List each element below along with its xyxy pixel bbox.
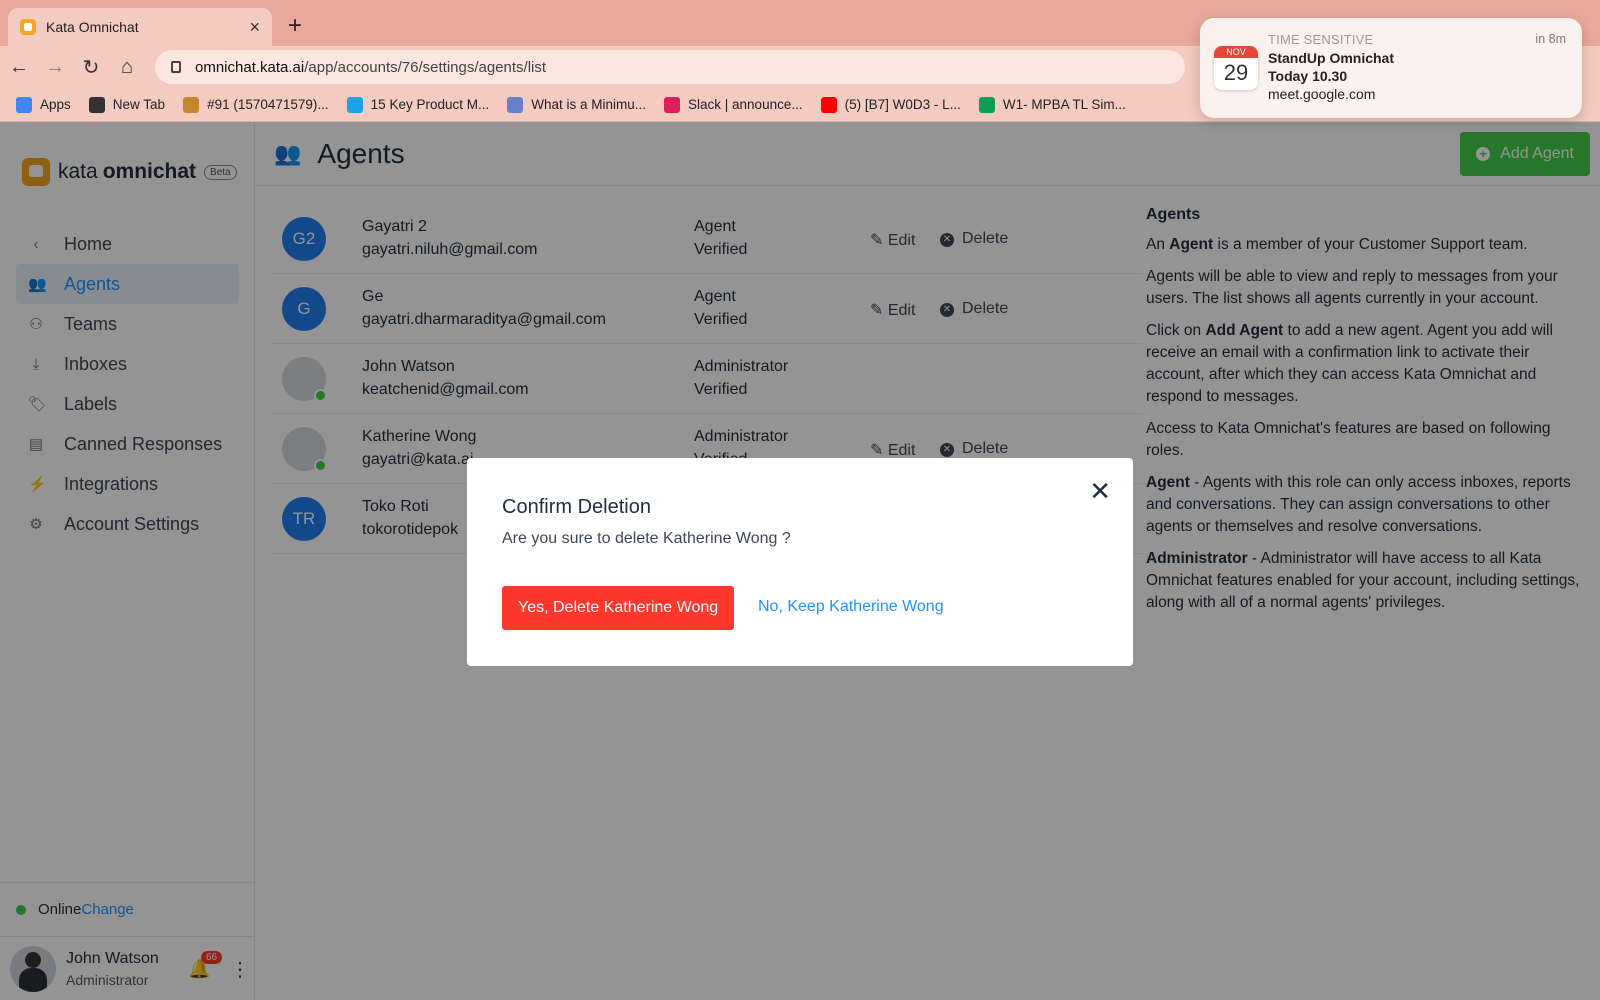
bookmark-label: #91 (1570471579)... — [207, 97, 329, 112]
calendar-notification[interactable]: NOV 29 TIME SENSITIVE in 8m StandUp Omni… — [1200, 18, 1582, 118]
bookmark-label: New Tab — [112, 97, 166, 112]
dialog-title: Confirm Deletion — [502, 496, 651, 518]
calendar-day: 29 — [1223, 60, 1249, 85]
bookmark-label: Slack | announce... — [688, 97, 803, 112]
bookmark-item[interactable]: (5) [B7] W0D3 - L... — [820, 96, 961, 113]
youtube-icon — [820, 96, 837, 113]
confirm-delete-button[interactable]: Yes, Delete Katherine Wong — [502, 586, 735, 630]
bookmark-icon — [507, 96, 524, 113]
calendar-month: NOV — [1214, 46, 1258, 58]
bookmark-label: What is a Minimu... — [531, 97, 647, 112]
slack-icon — [664, 96, 681, 113]
bookmark-item[interactable]: Slack | announce... — [664, 96, 803, 113]
new-tab-icon — [88, 96, 105, 113]
bookmark-item[interactable]: Apps — [16, 96, 71, 113]
bookmark-item[interactable]: #91 (1570471579)... — [183, 96, 329, 113]
url-host: omnichat.kata.ai — [195, 58, 305, 76]
lock-icon — [171, 61, 181, 73]
bookmark-icon — [183, 96, 200, 113]
new-tab-button[interactable]: + — [288, 12, 302, 40]
notification-label: TIME SENSITIVE — [1268, 32, 1374, 47]
browser-tab[interactable]: Kata Omnichat × — [8, 8, 272, 46]
address-bar[interactable]: omnichat.kata.ai/app/accounts/76/setting… — [155, 50, 1185, 84]
bookmark-item[interactable]: W1- MPBA TL Sim... — [978, 96, 1126, 113]
calendar-icon: NOV 29 — [1214, 46, 1258, 90]
bookmark-label: Apps — [40, 97, 71, 112]
apps-grid-icon — [16, 96, 32, 113]
back-arrow-icon[interactable]: ← — [2, 56, 36, 79]
confirm-deletion-dialog: Confirm Deletion Are you sure to delete … — [467, 458, 1133, 666]
dialog-message: Are you sure to delete Katherine Wong ? — [502, 530, 791, 547]
bookmark-icon — [346, 96, 363, 113]
notification-source: meet.google.com — [1268, 86, 1376, 102]
cancel-delete-button[interactable]: No, Keep Katherine Wong — [758, 598, 944, 616]
notification-title: StandUp Omnichat — [1268, 50, 1395, 66]
reload-icon[interactable]: ↻ — [74, 55, 108, 80]
bookmark-label: 15 Key Product M... — [370, 97, 490, 112]
bookmark-item[interactable]: What is a Minimu... — [507, 96, 647, 113]
notification-subtitle: Today 10.30 — [1268, 68, 1348, 84]
url-path: /app/accounts/76/settings/agents/list — [304, 58, 547, 76]
tab-close-icon[interactable]: × — [249, 17, 260, 38]
kata-favicon-icon — [20, 19, 36, 35]
bookmark-label: (5) [B7] W0D3 - L... — [844, 97, 961, 112]
home-icon[interactable]: ⌂ — [110, 56, 144, 79]
bookmark-item[interactable]: 15 Key Product M... — [346, 96, 490, 113]
tab-title: Kata Omnichat — [46, 19, 139, 35]
bookmark-item[interactable]: New Tab — [88, 96, 166, 113]
sheets-icon — [978, 96, 995, 113]
close-icon[interactable]: ✕ — [1089, 476, 1111, 507]
notification-time: in 8m — [1535, 32, 1566, 46]
bookmark-label: W1- MPBA TL Sim... — [1002, 97, 1126, 112]
forward-arrow-icon[interactable]: → — [38, 56, 72, 79]
